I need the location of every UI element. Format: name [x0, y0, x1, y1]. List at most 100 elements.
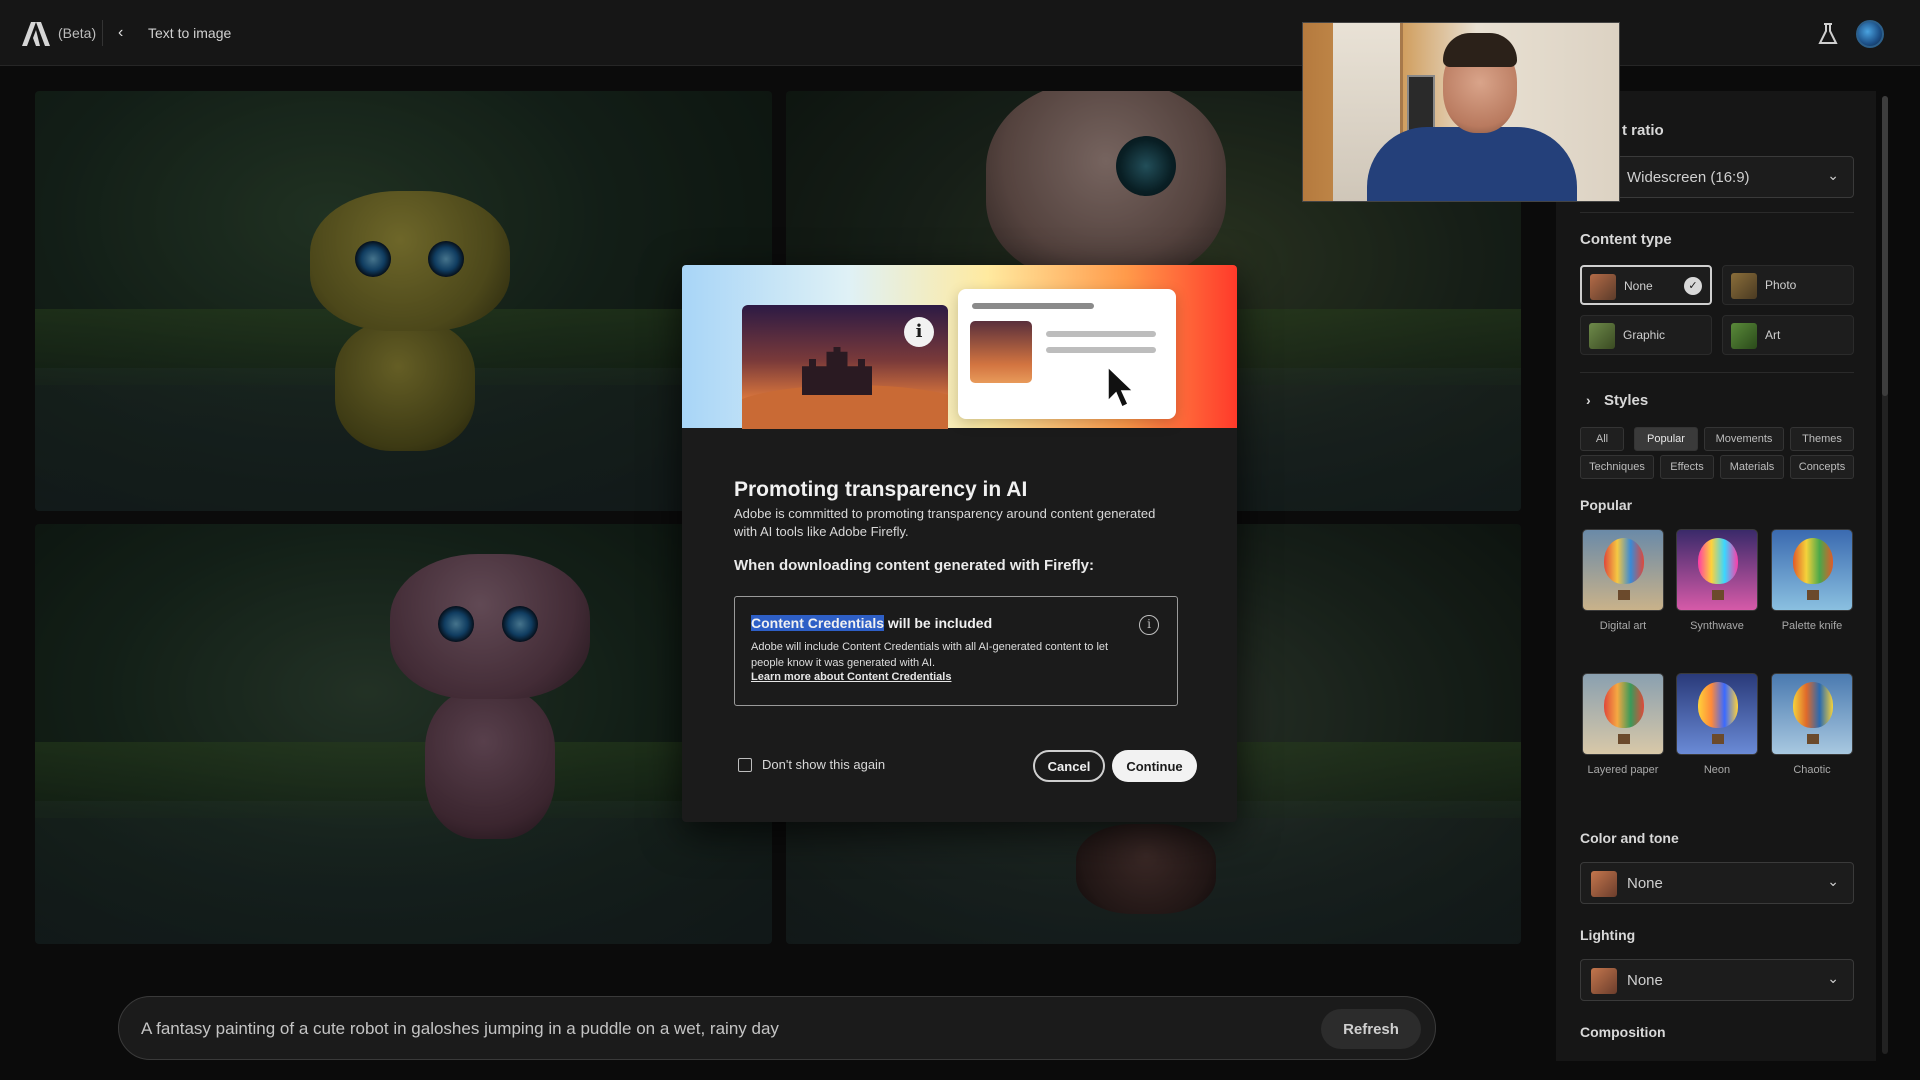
style-chip-all[interactable]: All — [1580, 427, 1624, 451]
cancel-button[interactable]: Cancel — [1033, 750, 1105, 782]
style-chip-effects[interactable]: Effects — [1660, 455, 1714, 479]
basket-image — [1807, 734, 1819, 744]
color-tone-thumbnail — [1591, 871, 1617, 897]
content-type-art[interactable]: Art — [1722, 315, 1854, 355]
header-divider — [102, 20, 103, 46]
color-tone-label: Color and tone — [1580, 830, 1679, 846]
popular-label: Popular — [1580, 497, 1633, 513]
chevron-down-icon: ⌄ — [1827, 970, 1839, 986]
continue-button[interactable]: Continue — [1112, 750, 1197, 782]
content-type-thumbnail — [1590, 274, 1616, 300]
learn-more-link[interactable]: Learn more about Content Credentials — [751, 671, 951, 683]
style-digital-art[interactable] — [1582, 529, 1664, 611]
balloon-image — [1698, 538, 1738, 584]
basket-image — [1807, 590, 1819, 600]
aspect-ratio-value: Widescreen (16:9) — [1627, 169, 1750, 186]
content-credentials-title-rest: will be included — [884, 615, 993, 631]
content-type-thumbnail — [1731, 273, 1757, 299]
content-type-label: Content type — [1580, 231, 1672, 248]
hero-credential-card — [958, 289, 1176, 419]
content-credentials-box: Content Credentials will be included i A… — [734, 596, 1178, 706]
style-label-layered-paper: Layered paper — [1587, 764, 1659, 776]
modal-subheading: When downloading content generated with … — [734, 557, 1094, 574]
section-divider — [1580, 372, 1854, 373]
basket-image — [1618, 734, 1630, 744]
basket-image — [1712, 734, 1724, 744]
info-icon: i — [904, 317, 934, 347]
section-divider — [1580, 212, 1854, 213]
hero-castle — [802, 347, 872, 395]
color-tone-value: None — [1627, 875, 1663, 892]
top-bar: (Beta) ‹ Text to image — [0, 0, 1920, 66]
flask-icon[interactable] — [1818, 22, 1838, 46]
basket-image — [1618, 590, 1630, 600]
modal-hero-illustration: i — [682, 265, 1237, 429]
content-type-photo[interactable]: Photo — [1722, 265, 1854, 305]
checkmark-icon: ✓ — [1684, 277, 1702, 295]
balloon-image — [1793, 538, 1833, 584]
composition-label: Composition — [1580, 1024, 1666, 1040]
back-chevron-icon[interactable]: ‹ — [118, 24, 123, 42]
style-label-digital-art: Digital art — [1599, 620, 1647, 632]
refresh-button[interactable]: Refresh — [1321, 1009, 1421, 1049]
style-layered-paper[interactable] — [1582, 673, 1664, 755]
modal-title: Promoting transparency in AI — [734, 478, 1028, 501]
webcam-person-hair — [1443, 33, 1517, 67]
style-chaotic[interactable] — [1771, 673, 1853, 755]
webcam-overlay — [1302, 22, 1620, 202]
scrollbar-thumb[interactable] — [1882, 96, 1888, 396]
style-palette-knife[interactable] — [1771, 529, 1853, 611]
styles-label[interactable]: Styles — [1604, 392, 1648, 409]
style-chip-techniques[interactable]: Techniques — [1580, 455, 1654, 479]
chevron-right-icon[interactable]: › — [1586, 392, 1591, 408]
breadcrumb-text-to-image[interactable]: Text to image — [148, 25, 231, 41]
content-type-graphic[interactable]: Graphic — [1580, 315, 1712, 355]
content-type-thumbnail — [1731, 323, 1757, 349]
lighting-select[interactable]: None ⌄ — [1580, 959, 1854, 1001]
content-credentials-highlight: Content Credentials — [751, 615, 885, 631]
balloon-image — [1604, 538, 1644, 584]
style-chip-themes[interactable]: Themes — [1790, 427, 1854, 451]
content-type-label-photo: Photo — [1765, 278, 1797, 292]
style-chip-materials[interactable]: Materials — [1720, 455, 1784, 479]
style-chip-popular[interactable]: Popular — [1634, 427, 1698, 451]
content-credentials-title: Content Credentials will be included — [751, 615, 992, 631]
lighting-value: None — [1627, 972, 1663, 989]
info-circle-icon[interactable]: i — [1139, 615, 1159, 635]
hero-card-line — [1046, 331, 1156, 337]
style-label-neon: Neon — [1703, 764, 1731, 776]
style-neon[interactable] — [1676, 673, 1758, 755]
lighting-label: Lighting — [1580, 927, 1636, 943]
cursor-arrow-icon — [1107, 365, 1135, 409]
aspect-ratio-select[interactable]: Widescreen (16:9) ⌄ — [1580, 156, 1854, 198]
panel-scrollbar[interactable] — [1882, 96, 1888, 1054]
prompt-input[interactable]: A fantasy painting of a cute robot in ga… — [141, 1019, 779, 1039]
dont-show-again-label[interactable]: Don't show this again — [762, 757, 885, 772]
content-type-label-art: Art — [1765, 328, 1781, 342]
prompt-bar[interactable]: A fantasy painting of a cute robot in ga… — [118, 996, 1436, 1060]
style-chip-movements[interactable]: Movements — [1704, 427, 1784, 451]
style-label-chaotic: Chaotic — [1793, 764, 1831, 776]
beta-label: (Beta) — [58, 25, 97, 41]
chevron-down-icon: ⌄ — [1827, 873, 1839, 889]
content-type-thumbnail — [1589, 323, 1615, 349]
hero-card-thumbnail — [970, 321, 1032, 383]
style-chip-concepts[interactable]: Concepts — [1790, 455, 1854, 479]
adobe-logo-icon[interactable] — [22, 22, 50, 46]
chevron-down-icon: ⌄ — [1827, 167, 1839, 183]
balloon-image — [1793, 682, 1833, 728]
modal-description: Adobe is committed to promoting transpar… — [734, 506, 1156, 539]
basket-image — [1712, 590, 1724, 600]
hero-card-line — [972, 303, 1094, 309]
aspect-ratio-label: t ratio — [1622, 122, 1664, 139]
transparency-modal: i Promoting transparency in AI Adobe is … — [682, 265, 1237, 822]
content-type-none[interactable]: None ✓ — [1580, 265, 1712, 305]
balloon-image — [1698, 682, 1738, 728]
color-tone-select[interactable]: None ⌄ — [1580, 862, 1854, 904]
content-type-label-none: None — [1624, 279, 1653, 293]
content-credentials-description: Adobe will include Content Credentials w… — [751, 641, 1109, 669]
hero-card-line — [1046, 347, 1156, 353]
user-avatar[interactable] — [1856, 20, 1884, 48]
dont-show-again-checkbox[interactable] — [738, 758, 752, 772]
style-synthwave[interactable] — [1676, 529, 1758, 611]
